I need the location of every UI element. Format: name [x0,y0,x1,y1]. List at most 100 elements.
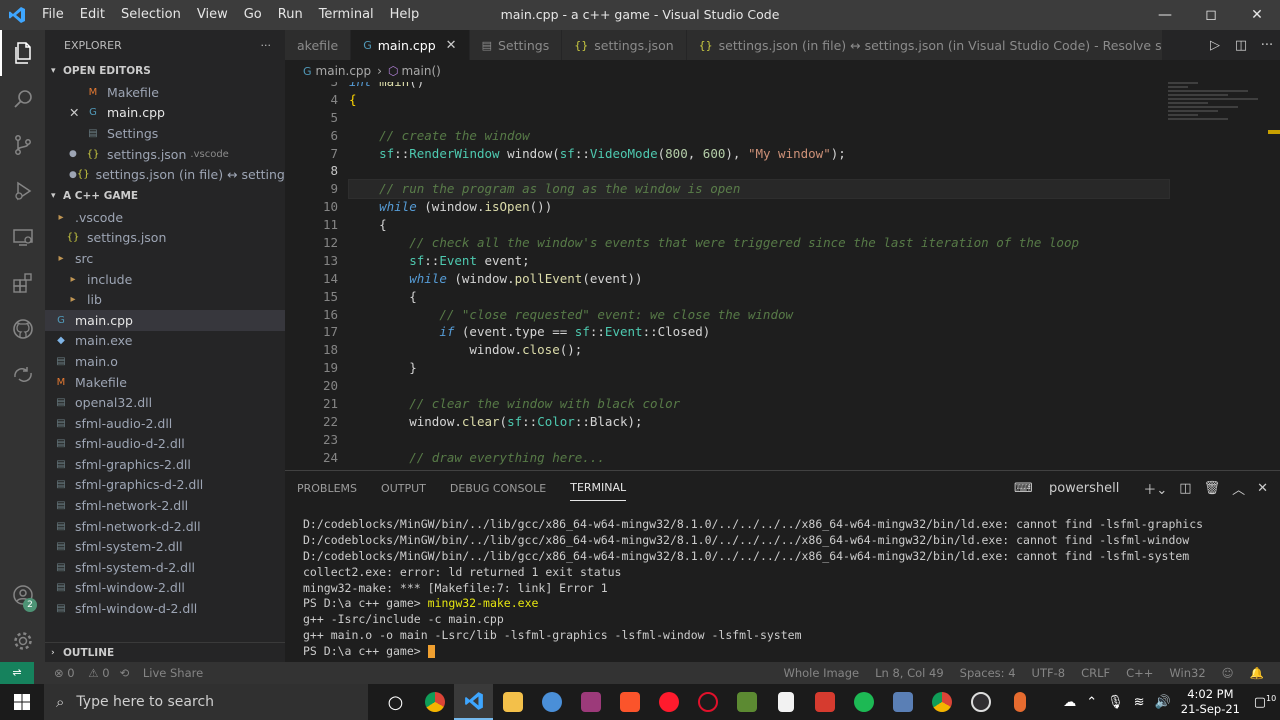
file-tree-item[interactable]: M Makefile [45,372,285,393]
menu-file[interactable]: File [34,0,72,30]
open-editor-item[interactable]: ● {} settings.json .vscode [45,144,285,165]
eol-status[interactable]: CRLF [1081,666,1110,680]
new-terminal-icon[interactable]: ＋⌄ [1143,479,1167,498]
terminal-output[interactable]: D:/codeblocks/MinGW/bin/../lib/gcc/x86_6… [303,517,1203,660]
remote-indicator-icon[interactable]: ⇌ [0,662,34,684]
menu-help[interactable]: Help [382,0,428,30]
opera-gx-icon[interactable] [688,684,727,720]
tab-resolve-conflict[interactable]: {} settings.json (in file) ↔ settings.js… [686,30,1163,60]
file-tree-item[interactable]: ▤ openal32.dll [45,392,285,413]
file-tree-item[interactable]: ▤ sfml-audio-2.dll [45,413,285,434]
outline-section[interactable]: › OUTLINE [45,642,285,662]
open-editor-item-active[interactable]: ✕ G main.cpp [45,103,285,124]
close-panel-icon[interactable]: ✕ [1257,481,1268,496]
file-tree-item[interactable]: ▤ sfml-audio-d-2.dll [45,434,285,455]
tab-debug-console[interactable]: DEBUG CONSOLE [450,476,546,501]
split-terminal-icon[interactable]: ◫ [1179,481,1191,496]
explorer-icon[interactable] [0,30,45,76]
code-content[interactable]: int main() { // create the window sf::Re… [348,82,1170,470]
file-tree-item[interactable]: ▸ src [45,248,285,269]
open-editor-item[interactable]: ▤ Settings [45,123,285,144]
file-tree-item[interactable]: ▤ sfml-window-2.dll [45,578,285,599]
tab-settings[interactable]: ▤ Settings [469,30,563,60]
file-tree-item[interactable]: ▤ main.o [45,351,285,372]
file-tree-item[interactable]: ▸ lib [45,289,285,310]
search-icon[interactable] [0,76,45,122]
encoding-status[interactable]: UTF-8 [1032,666,1066,680]
weather-icon[interactable]: ☁ [1063,695,1076,710]
file-tree-item[interactable]: ▸ .vscode [45,207,285,228]
menu-go[interactable]: Go [236,0,270,30]
tab-output[interactable]: OUTPUT [381,476,426,501]
open-editor-item[interactable]: ● {} settings.json (in file) ↔ settings.… [45,164,285,185]
more-actions-icon[interactable]: ··· [261,39,272,52]
run-icon[interactable]: ▷ [1202,38,1228,53]
volume-icon[interactable]: 🔊 [1155,695,1171,710]
maximize-button[interactable]: ◻ [1188,0,1234,30]
chrome-profile-icon[interactable] [922,684,961,720]
run-debug-icon[interactable] [0,168,45,214]
file-tree-item[interactable]: ▤ sfml-graphics-2.dll [45,454,285,475]
bell-icon[interactable]: 🔔 [1250,666,1264,680]
settings-gear-taskbar-icon[interactable] [532,684,571,720]
platform-status[interactable]: Win32 [1169,666,1205,680]
minimap[interactable] [1168,82,1268,142]
close-icon[interactable]: ✕ [69,105,85,120]
trash-icon[interactable]: 🗑 [1204,481,1221,496]
split-editor-icon[interactable]: ◫ [1228,38,1254,53]
minecraft-icon[interactable] [727,684,766,720]
menu-run[interactable]: Run [270,0,311,30]
terminal-input-line[interactable]: PS D:\a c++ game> [303,644,1203,660]
maximize-panel-icon[interactable]: ︿ [1232,479,1245,498]
tab-terminal[interactable]: TERMINAL [570,475,627,501]
file-tree-item[interactable]: {} settings.json [45,228,285,249]
menu-edit[interactable]: Edit [72,0,113,30]
code-editor[interactable]: 345678910111213141516171819202122232425 … [285,82,1280,470]
source-control-icon[interactable] [0,122,45,168]
feedback-icon[interactable]: ☺ [1222,666,1234,680]
close-icon[interactable]: ✕ [446,38,457,53]
file-tree-item[interactable]: ◆ main.exe [45,331,285,352]
whole-image-status[interactable]: Whole Image [783,666,859,680]
file-tree-item[interactable]: ▤ sfml-network-d-2.dll [45,516,285,537]
tab-main-cpp[interactable]: G main.cpp ✕ [351,30,470,60]
file-tree-item[interactable]: ▤ sfml-window-d-2.dll [45,598,285,619]
close-button[interactable]: ✕ [1234,0,1280,30]
live-share-icon[interactable] [0,352,45,398]
language-mode[interactable]: C++ [1126,666,1153,680]
windows-start-icon[interactable] [0,684,44,720]
live-share-status[interactable]: ⟲ Live Share [120,666,204,680]
notification-center-icon[interactable]: ▢10 [1250,694,1280,710]
file-tree-item[interactable]: ▤ sfml-system-d-2.dll [45,557,285,578]
menu-terminal[interactable]: Terminal [311,0,382,30]
menu-view[interactable]: View [189,0,236,30]
remote-explorer-icon[interactable] [0,214,45,260]
virtualbox-icon[interactable] [883,684,922,720]
document-icon[interactable] [766,684,805,720]
open-editor-item[interactable]: M Makefile [45,82,285,103]
open-editors-section[interactable]: ▾ OPEN EDITORS [45,60,285,82]
menu-selection[interactable]: Selection [113,0,189,30]
wifi-icon[interactable]: ≋ [1134,695,1145,710]
winrar-icon[interactable] [571,684,610,720]
file-explorer-icon[interactable] [493,684,532,720]
wps-office-icon[interactable] [805,684,844,720]
spotify-icon[interactable] [844,684,883,720]
file-tree-item[interactable]: ▤ sfml-network-2.dll [45,495,285,516]
chevron-up-icon[interactable]: ⌃ [1086,695,1097,710]
vscode-taskbar-icon[interactable] [454,684,493,720]
gear-icon[interactable] [0,618,45,664]
extensions-icon[interactable] [0,260,45,306]
indentation-status[interactable]: Spaces: 4 [960,666,1016,680]
taskbar-search-box[interactable]: ⌕ Type here to search [44,684,368,720]
problems-status[interactable]: ⊗ 0 ⚠ 0 [44,666,110,680]
task-view-icon[interactable]: ○ [376,684,415,720]
terminal-shell-selector[interactable]: ⌨ powershell [1014,481,1131,496]
obs-icon[interactable] [961,684,1000,720]
opera-icon[interactable] [649,684,688,720]
more-icon[interactable]: ··· [1254,38,1280,53]
microphone-tray-icon[interactable]: 🎙 [1107,695,1124,710]
project-section[interactable]: ▾ A C++ GAME [45,185,285,207]
accounts-icon[interactable]: 2 [0,572,45,618]
file-tree-item[interactable]: Gmain.cpp [45,309,285,331]
